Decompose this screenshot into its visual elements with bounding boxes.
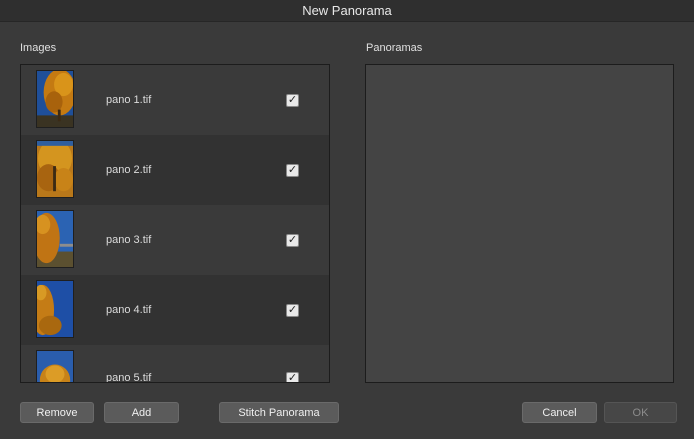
panoramas-list[interactable] (365, 64, 674, 383)
image-filename: pano 3.tif (106, 234, 152, 246)
cancel-button[interactable]: Cancel (522, 402, 597, 423)
image-row[interactable]: pano 4.tif ✓ (21, 275, 329, 345)
image-filename: pano 1.tif (106, 94, 152, 106)
image-thumbnail (36, 280, 74, 338)
include-checkbox[interactable]: ✓ (286, 303, 299, 317)
images-list[interactable]: pano 1.tif ✓ pano 2.tif ✓ pano 3.tif ✓ p… (20, 64, 330, 383)
images-label: Images (20, 42, 57, 54)
include-checkbox[interactable]: ✓ (286, 233, 299, 247)
panoramas-label: Panoramas (366, 42, 423, 54)
ok-button[interactable]: OK (604, 402, 677, 423)
image-thumbnail (36, 210, 74, 268)
image-filename: pano 5.tif (106, 372, 152, 383)
include-checkbox[interactable]: ✓ (286, 93, 299, 107)
image-thumbnail (36, 70, 74, 128)
image-row[interactable]: pano 5.tif ✓ (21, 345, 329, 383)
image-row[interactable]: pano 3.tif ✓ (21, 205, 329, 275)
image-row[interactable]: pano 2.tif ✓ (21, 135, 329, 205)
window-title: New Panorama (302, 3, 392, 18)
image-filename: pano 2.tif (106, 164, 152, 176)
add-button[interactable]: Add (104, 402, 179, 423)
image-thumbnail (36, 350, 74, 382)
include-checkbox[interactable]: ✓ (286, 163, 299, 177)
include-checkbox[interactable]: ✓ (286, 372, 299, 382)
stitch-panorama-button[interactable]: Stitch Panorama (219, 402, 339, 423)
image-row[interactable]: pano 1.tif ✓ (21, 65, 329, 135)
image-thumbnail (36, 140, 74, 198)
window-title-bar[interactable]: New Panorama (0, 0, 694, 22)
image-filename: pano 4.tif (106, 304, 152, 316)
remove-button[interactable]: Remove (20, 402, 94, 423)
